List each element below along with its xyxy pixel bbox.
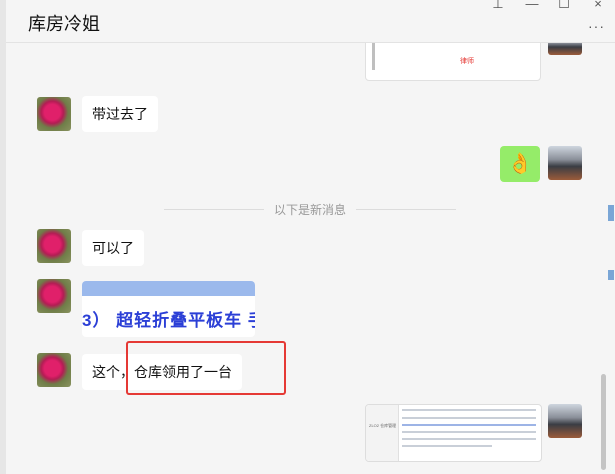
- screenshot-small-text: ZLO2 仓库管理: [369, 423, 397, 428]
- image-message[interactable]: 3） 超轻折叠平板车 手: [82, 281, 255, 337]
- red-highlight-box: [126, 341, 286, 395]
- close-icon[interactable]: ×: [590, 0, 606, 11]
- avatar-self[interactable]: [548, 404, 582, 438]
- avatar-contact[interactable]: [37, 97, 71, 131]
- minimize-icon[interactable]: —: [524, 0, 540, 11]
- image-header-band: [82, 281, 255, 296]
- screenshot-row: [402, 445, 492, 447]
- pin-icon[interactable]: ⊥: [490, 0, 506, 12]
- message-list[interactable]: 律师 带过去了 👌 以下是新消息 可以了 3） 超轻折叠平板车 手 这个，仓库领…: [6, 43, 606, 474]
- card-bar: [372, 43, 375, 70]
- divider-line-left: [164, 209, 264, 210]
- emoji-bubble[interactable]: 👌: [500, 146, 540, 182]
- ok-hand-icon: 👌: [507, 153, 533, 175]
- avatar-contact[interactable]: [37, 229, 71, 263]
- chat-header: 库房冷姐 ⊥ — ☐ × ···: [6, 0, 615, 43]
- screenshot-row: [402, 438, 536, 440]
- message-bubble[interactable]: 可以了: [82, 230, 144, 266]
- edge-indicator: [608, 205, 614, 221]
- screenshot-row: [402, 417, 536, 419]
- screenshot-sidebar: [366, 405, 399, 461]
- screenshot-message[interactable]: ZLO2 仓库管理: [365, 404, 542, 462]
- avatar-contact[interactable]: [37, 353, 71, 387]
- avatar-contact[interactable]: [37, 279, 71, 313]
- more-icon[interactable]: ···: [588, 18, 605, 34]
- edge-indicator: [608, 270, 614, 280]
- new-messages-divider: 以下是新消息: [274, 203, 347, 217]
- card-red-text: 律师: [460, 58, 474, 65]
- scrollbar-thumb[interactable]: [601, 374, 606, 470]
- maximize-icon[interactable]: ☐: [556, 0, 572, 12]
- screenshot-row: [402, 431, 536, 433]
- chat-title: 库房冷姐: [28, 14, 100, 34]
- screenshot-row: [402, 424, 536, 426]
- image-text: 3） 超轻折叠平板车 手: [82, 311, 255, 330]
- card-message[interactable]: 律师: [365, 43, 541, 81]
- avatar-self[interactable]: [548, 146, 582, 180]
- message-bubble[interactable]: 带过去了: [82, 96, 158, 132]
- divider-line-right: [356, 209, 456, 210]
- screenshot-row: [402, 409, 536, 411]
- avatar-self[interactable]: [548, 43, 582, 55]
